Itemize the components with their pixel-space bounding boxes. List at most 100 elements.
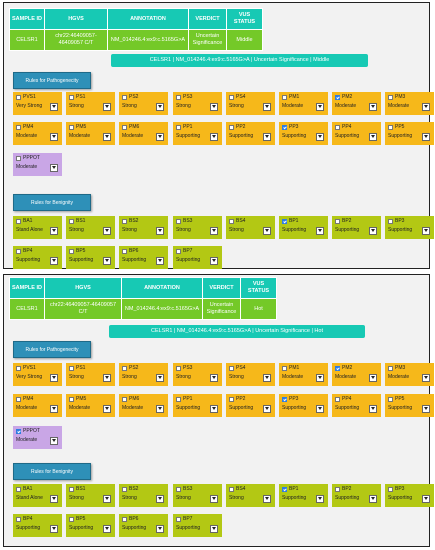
- strength-dropdown[interactable]: [103, 405, 111, 413]
- criterion-checkbox[interactable]: [69, 486, 74, 492]
- criterion-checkbox[interactable]: [176, 486, 181, 492]
- criterion-checkbox[interactable]: [16, 396, 21, 402]
- criterion-checkbox[interactable]: [69, 248, 74, 254]
- criterion-checkbox[interactable]: [388, 124, 393, 130]
- strength-dropdown[interactable]: [103, 133, 111, 141]
- strength-dropdown[interactable]: [50, 525, 58, 533]
- rules-pathogenicity-button[interactable]: Rules for Pathogenecity: [13, 341, 91, 358]
- criterion-checkbox[interactable]: [16, 428, 21, 434]
- criterion-checkbox[interactable]: [176, 218, 181, 224]
- criterion-checkbox[interactable]: [69, 365, 74, 371]
- criterion-checkbox[interactable]: [16, 124, 21, 130]
- strength-dropdown[interactable]: [316, 495, 324, 503]
- criterion-checkbox[interactable]: [388, 486, 393, 492]
- strength-dropdown[interactable]: [369, 133, 377, 141]
- strength-dropdown[interactable]: [369, 103, 377, 111]
- strength-dropdown[interactable]: [263, 374, 271, 382]
- strength-dropdown[interactable]: [316, 405, 324, 413]
- strength-dropdown[interactable]: [422, 374, 430, 382]
- criterion-checkbox[interactable]: [388, 218, 393, 224]
- criterion-checkbox[interactable]: [16, 248, 21, 254]
- criterion-checkbox[interactable]: [176, 516, 181, 522]
- criterion-checkbox[interactable]: [16, 218, 21, 224]
- criterion-checkbox[interactable]: [122, 124, 127, 130]
- criterion-checkbox[interactable]: [388, 365, 393, 371]
- criterion-checkbox[interactable]: [69, 124, 74, 130]
- strength-dropdown[interactable]: [156, 103, 164, 111]
- criterion-checkbox[interactable]: [282, 396, 287, 402]
- criterion-checkbox[interactable]: [282, 486, 287, 492]
- strength-dropdown[interactable]: [103, 257, 111, 265]
- strength-dropdown[interactable]: [422, 495, 430, 503]
- criterion-checkbox[interactable]: [335, 124, 340, 130]
- strength-dropdown[interactable]: [156, 133, 164, 141]
- strength-dropdown[interactable]: [316, 103, 324, 111]
- strength-dropdown[interactable]: [50, 405, 58, 413]
- strength-dropdown[interactable]: [210, 257, 218, 265]
- criterion-checkbox[interactable]: [335, 218, 340, 224]
- strength-dropdown[interactable]: [50, 133, 58, 141]
- strength-dropdown[interactable]: [156, 495, 164, 503]
- criterion-checkbox[interactable]: [122, 94, 127, 100]
- criterion-checkbox[interactable]: [122, 248, 127, 254]
- criterion-checkbox[interactable]: [69, 396, 74, 402]
- criterion-checkbox[interactable]: [16, 94, 21, 100]
- strength-dropdown[interactable]: [422, 103, 430, 111]
- criterion-checkbox[interactable]: [229, 365, 234, 371]
- criterion-checkbox[interactable]: [122, 365, 127, 371]
- strength-dropdown[interactable]: [210, 227, 218, 235]
- strength-dropdown[interactable]: [263, 495, 271, 503]
- strength-dropdown[interactable]: [263, 405, 271, 413]
- criterion-checkbox[interactable]: [16, 486, 21, 492]
- criterion-checkbox[interactable]: [282, 94, 287, 100]
- strength-dropdown[interactable]: [50, 257, 58, 265]
- strength-dropdown[interactable]: [316, 374, 324, 382]
- strength-dropdown[interactable]: [103, 374, 111, 382]
- criterion-checkbox[interactable]: [282, 218, 287, 224]
- criterion-checkbox[interactable]: [229, 486, 234, 492]
- strength-dropdown[interactable]: [369, 227, 377, 235]
- strength-dropdown[interactable]: [50, 103, 58, 111]
- criterion-checkbox[interactable]: [122, 218, 127, 224]
- criterion-checkbox[interactable]: [388, 396, 393, 402]
- criterion-checkbox[interactable]: [122, 486, 127, 492]
- strength-dropdown[interactable]: [316, 227, 324, 235]
- strength-dropdown[interactable]: [156, 257, 164, 265]
- criterion-checkbox[interactable]: [176, 396, 181, 402]
- criterion-checkbox[interactable]: [176, 365, 181, 371]
- strength-dropdown[interactable]: [50, 164, 58, 172]
- criterion-checkbox[interactable]: [229, 218, 234, 224]
- strength-dropdown[interactable]: [210, 103, 218, 111]
- strength-dropdown[interactable]: [103, 525, 111, 533]
- criterion-checkbox[interactable]: [335, 486, 340, 492]
- criterion-checkbox[interactable]: [122, 516, 127, 522]
- strength-dropdown[interactable]: [103, 227, 111, 235]
- strength-dropdown[interactable]: [263, 133, 271, 141]
- strength-dropdown[interactable]: [156, 525, 164, 533]
- criterion-checkbox[interactable]: [176, 248, 181, 254]
- criterion-checkbox[interactable]: [229, 396, 234, 402]
- criterion-checkbox[interactable]: [282, 124, 287, 130]
- criterion-checkbox[interactable]: [335, 396, 340, 402]
- criterion-checkbox[interactable]: [282, 365, 287, 371]
- criterion-checkbox[interactable]: [69, 516, 74, 522]
- criterion-checkbox[interactable]: [69, 218, 74, 224]
- strength-dropdown[interactable]: [156, 227, 164, 235]
- criterion-checkbox[interactable]: [16, 365, 21, 371]
- strength-dropdown[interactable]: [156, 405, 164, 413]
- strength-dropdown[interactable]: [50, 227, 58, 235]
- strength-dropdown[interactable]: [210, 133, 218, 141]
- strength-dropdown[interactable]: [103, 103, 111, 111]
- criterion-checkbox[interactable]: [176, 124, 181, 130]
- criterion-checkbox[interactable]: [16, 155, 21, 161]
- strength-dropdown[interactable]: [210, 374, 218, 382]
- strength-dropdown[interactable]: [369, 374, 377, 382]
- strength-dropdown[interactable]: [422, 405, 430, 413]
- strength-dropdown[interactable]: [422, 227, 430, 235]
- criterion-checkbox[interactable]: [388, 94, 393, 100]
- criterion-checkbox[interactable]: [122, 396, 127, 402]
- criterion-checkbox[interactable]: [335, 94, 340, 100]
- criterion-checkbox[interactable]: [69, 94, 74, 100]
- strength-dropdown[interactable]: [369, 405, 377, 413]
- strength-dropdown[interactable]: [210, 525, 218, 533]
